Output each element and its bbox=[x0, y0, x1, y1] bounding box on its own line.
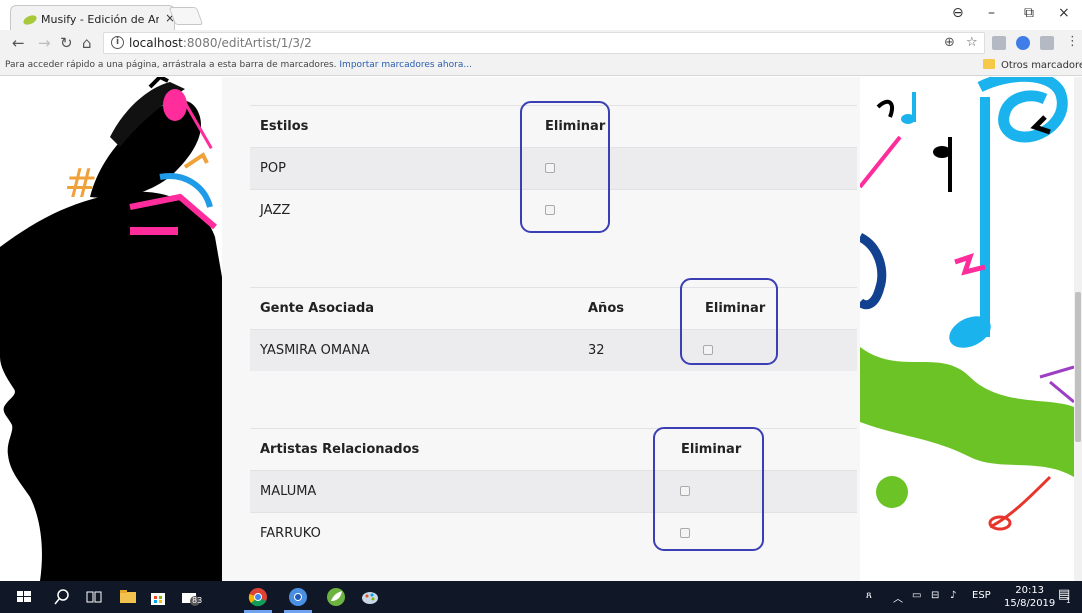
person-name: YASMIRA OMANA bbox=[260, 343, 370, 358]
person-years: 32 bbox=[588, 343, 605, 358]
highlight-box bbox=[653, 427, 764, 551]
import-bookmarks-link[interactable]: Importar marcadores ahora... bbox=[339, 60, 472, 70]
bookmark-star-icon[interactable]: ☆ bbox=[966, 35, 978, 50]
table-row: MALUMA bbox=[250, 470, 857, 512]
store-icon[interactable] bbox=[148, 587, 168, 607]
extension-blue-icon[interactable] bbox=[1016, 36, 1030, 50]
menu-kebab-icon[interactable]: ⋮ bbox=[1066, 34, 1079, 49]
reload-icon[interactable]: ↻ bbox=[60, 34, 73, 52]
back-arrow-icon[interactable]: ← bbox=[12, 34, 25, 52]
chrome-icon[interactable] bbox=[248, 587, 268, 607]
extension-icon[interactable] bbox=[992, 36, 1006, 50]
forward-arrow-icon[interactable]: → bbox=[38, 34, 51, 52]
paint-icon[interactable] bbox=[360, 587, 380, 607]
close-window-button[interactable]: × bbox=[1058, 5, 1070, 21]
estilos-header: Estilos bbox=[260, 119, 309, 134]
years-header: Años bbox=[588, 301, 624, 316]
estilo-name: POP bbox=[260, 161, 286, 176]
browser-toolbar: ← → ↻ ⌂ i localhost:8080/editArtist/1/3/… bbox=[0, 30, 1082, 56]
svg-text:#: # bbox=[64, 161, 98, 207]
volume-icon[interactable]: ♪ bbox=[950, 590, 956, 601]
clock-date: 15/8/2019 bbox=[1004, 598, 1056, 609]
folder-icon bbox=[983, 59, 995, 69]
extension-icon-2[interactable] bbox=[1040, 36, 1054, 50]
highlight-box bbox=[520, 101, 610, 233]
profile-icon[interactable]: ⊖ bbox=[952, 5, 964, 21]
other-bookmarks-label: Otros marcadores bbox=[1001, 60, 1082, 71]
bookmarks-bar: Para acceder rápido a una página, arrást… bbox=[0, 56, 1082, 76]
people-tray-icon[interactable]: ጸ bbox=[866, 590, 872, 601]
new-tab-button[interactable] bbox=[168, 7, 204, 25]
scrollbar-thumb[interactable] bbox=[1075, 292, 1081, 442]
music-notes-image bbox=[860, 77, 1074, 581]
windows-start-icon[interactable] bbox=[14, 587, 34, 607]
leaf-favicon-icon bbox=[23, 15, 37, 25]
url-path: :8080/editArtist/1/3/2 bbox=[182, 36, 312, 50]
artist-name: MALUMA bbox=[260, 484, 317, 499]
artistas-header: Artistas Relacionados bbox=[260, 442, 420, 457]
windows-taskbar: 83 ጸ ︿ ▭ ⊟ ♪ ESP 20:13 15/8/2019 ▤ 1 bbox=[0, 581, 1082, 613]
page-viewport: # Estilos Eliminar POP JAZZ Gente Asocia… bbox=[0, 77, 1082, 581]
table-row: FARRUKO bbox=[250, 512, 857, 554]
address-bar[interactable]: i localhost:8080/editArtist/1/3/2 ⊕ ☆ bbox=[103, 32, 985, 54]
url-host: localhost bbox=[129, 36, 183, 50]
network-icon[interactable]: ⊟ bbox=[931, 590, 939, 601]
url-text: localhost:8080/editArtist/1/3/2 bbox=[129, 36, 312, 50]
notification-count: 1 bbox=[1066, 597, 1071, 605]
language-indicator[interactable]: ESP bbox=[972, 590, 991, 601]
badge-count: 83 bbox=[192, 596, 203, 605]
task-view-icon[interactable] bbox=[84, 587, 104, 607]
battery-icon[interactable]: ▭ bbox=[912, 590, 921, 601]
tab-strip: Musify - Edición de Artis × ⊖ – ⧉ × bbox=[0, 0, 1082, 30]
zoom-icon[interactable]: ⊕ bbox=[944, 35, 955, 50]
minimize-button[interactable]: – bbox=[988, 5, 995, 21]
estilo-name: JAZZ bbox=[260, 203, 291, 218]
highlight-box bbox=[680, 278, 778, 365]
tab-title: Musify - Edición de Artis bbox=[41, 13, 159, 26]
gente-header: Gente Asociada bbox=[260, 301, 375, 316]
other-bookmarks[interactable]: Otros marcadores bbox=[983, 59, 1082, 71]
artistas-header-row: Artistas Relacionados Eliminar bbox=[250, 428, 857, 470]
browser-tab[interactable]: Musify - Edición de Artis × bbox=[10, 5, 175, 30]
artistas-relacionados-table: Artistas Relacionados Eliminar MALUMA FA… bbox=[250, 428, 857, 556]
search-icon[interactable] bbox=[52, 587, 72, 607]
system-clock[interactable]: 20:13 15/8/2019 bbox=[1004, 584, 1055, 610]
chrome-profile-icon[interactable] bbox=[288, 587, 308, 607]
restore-button[interactable]: ⧉ bbox=[1024, 5, 1034, 21]
home-icon[interactable]: ⌂ bbox=[82, 34, 92, 52]
clock-time: 20:13 bbox=[1015, 585, 1045, 596]
spring-leaf-icon[interactable] bbox=[326, 587, 346, 607]
page-scrollbar[interactable] bbox=[1074, 77, 1082, 581]
bookmarks-hint: Para acceder rápido a una página, arrást… bbox=[5, 60, 472, 70]
tray-chevron-up-icon[interactable]: ︿ bbox=[893, 590, 903, 605]
site-info-icon[interactable]: i bbox=[111, 36, 124, 49]
artist-name: FARRUKO bbox=[260, 526, 321, 541]
bookmarks-hint-text: Para acceder rápido a una página, arrást… bbox=[5, 60, 337, 70]
file-explorer-icon[interactable] bbox=[118, 587, 138, 607]
edit-artist-panel: Estilos Eliminar POP JAZZ Gente Asociada… bbox=[222, 77, 860, 581]
head-silhouette-image: # bbox=[0, 77, 222, 581]
